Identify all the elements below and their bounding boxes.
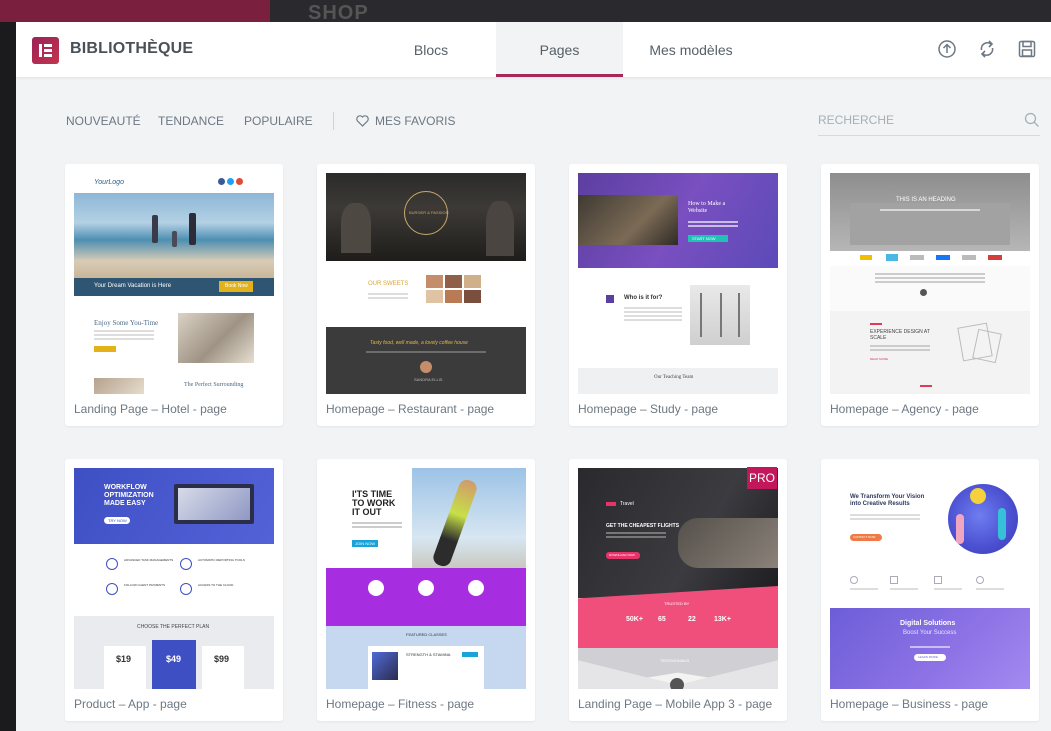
preview-text: Tasty food, well made, a lovely coffee h… <box>370 340 468 346</box>
preview-text: $49 <box>166 654 182 664</box>
preview-text: ACCESS TO THE CLOUD <box>198 583 234 587</box>
preview-text: Our Teaching Team <box>654 375 694 380</box>
preview-text: JOIN NOW <box>355 541 375 546</box>
template-caption: Homepage – Agency - page <box>830 402 979 416</box>
template-preview[interactable]: Travel GET THE CHEAPEST FLIGHTS DOWNLOAD… <box>578 468 778 689</box>
template-preview[interactable]: I'TS TIME TO WORK IT OUT JOIN NOW FEATUR… <box>326 468 526 689</box>
preview-text: YourLogo <box>94 179 124 186</box>
background-text: SHOP <box>308 2 369 22</box>
preview-text: I'TS TIME TO WORK IT OUT <box>352 489 396 517</box>
filter-nouveaute[interactable]: NOUVEAUTÉ <box>66 114 141 128</box>
preview-text: We Transform Your Vision into Creative R… <box>850 494 925 507</box>
preview-text: OUR SWEETS <box>368 281 409 287</box>
search-box <box>818 106 1040 136</box>
search-input[interactable] <box>818 106 1008 134</box>
preview-text: DOWNLOAD NOW <box>609 553 635 557</box>
preview-text: 65 <box>658 616 666 623</box>
template-preview[interactable]: BURGER & PASSION OUR SWEETS Tasty food, … <box>326 173 526 394</box>
filter-populaire[interactable]: POPULAIRE <box>244 114 313 128</box>
filter-mes-favoris[interactable]: MES FAVORIS <box>356 114 455 128</box>
template-preview[interactable]: How to Make a Website START NOW Who is i… <box>578 173 778 394</box>
preview-text: SANDRA ELLIS <box>414 377 443 382</box>
template-caption: Homepage – Business - page <box>830 697 989 711</box>
favorites-label: MES FAVORIS <box>375 114 456 128</box>
tab-pages[interactable]: Pages <box>496 22 623 77</box>
template-preview[interactable]: YourLogo Your Dream Vacation is Here Boo… <box>74 173 274 394</box>
preview-text: CHOOSE THE PERFECT PLAN <box>137 624 210 630</box>
preview-text: 13K+ <box>714 616 731 623</box>
preview-text: 22 <box>688 616 696 623</box>
template-caption: Landing Page – Hotel - page <box>74 402 227 416</box>
template-caption: Homepage – Study - page <box>578 402 719 416</box>
template-card[interactable]: THIS IS AN HEADING EXPERIENCE DESIGN AT … <box>821 164 1039 426</box>
template-card[interactable]: I'TS TIME TO WORK IT OUT JOIN NOW FEATUR… <box>317 459 535 721</box>
preview-text: EXPERIENCE DESIGN AT SCALE <box>870 329 930 341</box>
preview-text: Enjoy Some You-Time <box>94 319 159 327</box>
preview-text: $19 <box>116 654 132 664</box>
preview-text: 50K+ <box>626 616 643 623</box>
upload-icon[interactable] <box>936 38 958 60</box>
preview-text: WORKFLOW OPTIMIZATION MADE EASY <box>104 484 154 507</box>
preview-text: How to Make a Website <box>688 201 726 214</box>
sync-icon[interactable] <box>976 38 998 60</box>
template-preview[interactable]: We Transform Your Vision into Creative R… <box>830 468 1030 689</box>
preview-text: $99 <box>214 654 230 664</box>
preview-text: THIS IS AN HEADING <box>896 197 956 203</box>
template-preview[interactable]: THIS IS AN HEADING EXPERIENCE DESIGN AT … <box>830 173 1030 394</box>
template-card[interactable]: We Transform Your Vision into Creative R… <box>821 459 1039 721</box>
template-card[interactable]: How to Make a Website START NOW Who is i… <box>569 164 787 426</box>
preview-text: TRY NOW <box>108 518 127 523</box>
template-caption: Homepage – Fitness - page <box>326 697 475 711</box>
tab-mes-modeles[interactable]: Mes modèles <box>626 22 756 77</box>
template-card[interactable]: YourLogo Your Dream Vacation is Here Boo… <box>65 164 283 426</box>
preview-text: Who is it for? <box>624 295 663 301</box>
background-banner <box>0 0 270 22</box>
filter-tendance[interactable]: TENDANCE <box>158 114 224 128</box>
template-caption: Homepage – Restaurant - page <box>326 402 495 416</box>
preview-text: Digital Solutions <box>900 620 956 627</box>
preview-text: STRENGTH & STAMINA <box>406 652 451 657</box>
preview-text: The Perfect Surrounding <box>184 382 244 388</box>
heart-icon <box>356 115 369 127</box>
background-edge <box>0 22 16 731</box>
preview-text: Boost Your Success <box>903 630 957 636</box>
search-icon[interactable] <box>1024 112 1040 133</box>
template-preview[interactable]: WORKFLOW OPTIMIZATION MADE EASY TRY NOW … <box>74 468 274 689</box>
preview-text: START NOW <box>692 236 716 241</box>
save-icon[interactable] <box>1016 38 1038 60</box>
preview-text: Your Dream Vacation is Here <box>94 283 172 289</box>
pro-badge: PRO <box>747 467 777 489</box>
preview-text: BURGER & PASSION <box>409 210 449 215</box>
preview-text: FOLLOW CLIENT PAYMENTS <box>124 583 166 587</box>
library-modal: BIBLIOTHÈQUE Blocs Pages Mes modèles NOU… <box>16 22 1051 731</box>
preview-text: AUTOMATIC REPORTING TOOLS <box>198 558 245 562</box>
preview-text: GET THE CHEAPEST FLIGHTS <box>606 523 680 529</box>
template-card[interactable]: BURGER & PASSION OUR SWEETS Tasty food, … <box>317 164 535 426</box>
preview-text: TRUSTED BY <box>664 601 690 606</box>
preview-text: Book Now <box>225 283 248 289</box>
elementor-logo-icon <box>32 37 59 64</box>
background-page: SHOP <box>0 0 1051 22</box>
preview-text: Travel <box>620 501 634 507</box>
preview-text: ADVANCED TASK MANAGEMENTS <box>124 558 174 562</box>
tab-blocs[interactable]: Blocs <box>376 22 486 77</box>
template-card[interactable]: Travel GET THE CHEAPEST FLIGHTS DOWNLOAD… <box>569 459 787 721</box>
library-title: BIBLIOTHÈQUE <box>70 40 194 57</box>
preview-text: CONTACT NOW <box>853 535 876 539</box>
template-caption: Product – App - page <box>74 697 187 711</box>
preview-text: FEATURED CLASSES <box>406 632 447 637</box>
filter-bar: NOUVEAUTÉ TENDANCE POPULAIRE MES FAVORIS <box>16 77 1051 162</box>
template-caption: Landing Page – Mobile App 3 - page <box>578 697 773 711</box>
preview-text: LEARN MORE <box>918 655 938 659</box>
preview-text: READ MORE <box>870 357 889 361</box>
modal-header: BIBLIOTHÈQUE Blocs Pages Mes modèles <box>16 22 1051 77</box>
template-card[interactable]: WORKFLOW OPTIMIZATION MADE EASY TRY NOW … <box>65 459 283 721</box>
filter-divider <box>333 112 334 130</box>
preview-text: TESTIMONIALS <box>660 658 690 663</box>
